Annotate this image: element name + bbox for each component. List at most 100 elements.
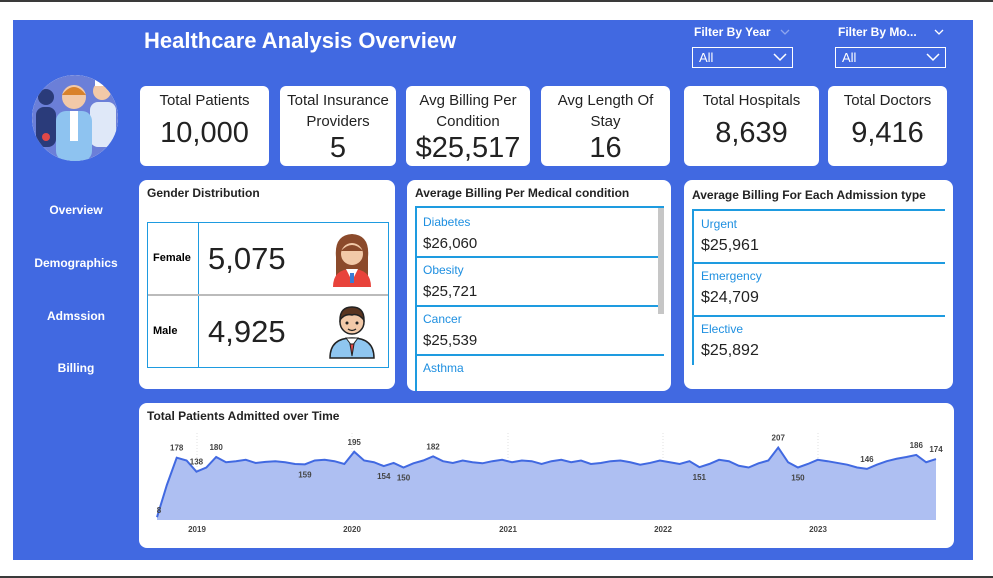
list-item-diabetes[interactable]: Diabetes $26,060 [423,215,477,252]
list-item-obesity[interactable]: Obesity $25,721 [423,263,477,300]
data-label: 207 [772,434,786,443]
divider [415,305,664,307]
item-value: $25,539 [423,332,478,349]
item-value: $24,709 [701,289,759,306]
month-filter-value: All [842,50,857,65]
item-label: Obesity [423,263,464,277]
divider [415,354,664,356]
chevron-down-icon [926,53,940,62]
list-item-emergency[interactable]: Emergency $24,709 [701,269,762,307]
kpi-label: Total Insurance Providers [287,92,389,130]
data-label: 186 [910,441,924,450]
window-frame-top [0,0,993,2]
chevron-down-icon[interactable] [934,28,944,36]
patients-over-time-panel: Total Patients Admitted over Time 2019 20… [139,403,954,548]
x-tick-label: 2023 [809,525,827,534]
scrollbar-thumb[interactable] [658,208,664,314]
gender-label: Female [148,223,199,294]
gender-row-female: Female 5,075 [148,223,388,296]
data-label: 182 [426,442,440,451]
page-title: Healthcare Analysis Overview [144,28,457,53]
data-label: 146 [860,455,874,464]
patients-area-chart: 2019 2020 2021 2022 2023 8 178 138 180 159 195 154 1… [156,433,943,534]
gender-value: 5,075 [208,241,286,276]
list-item-cancer[interactable]: Cancer $25,539 [423,312,477,349]
data-label: 159 [298,470,312,479]
divider [692,262,945,264]
kpi-value: 10,000 [160,117,249,149]
gender-distribution-panel: Gender Distribution Female 5,075 Male 4,… [139,180,395,389]
kpi-value: 5 [329,132,347,164]
kpi-card-avg-stay: Avg Length Of Stay 16 [541,86,670,166]
gender-label: Male [148,296,199,367]
data-label: 138 [190,458,204,467]
data-label: 150 [791,474,805,483]
list-item-urgent[interactable]: Urgent $25,961 [701,217,759,255]
chevron-down-icon [773,53,787,62]
panel-title: Gender Distribution [147,186,260,200]
month-filter-dropdown[interactable]: All [835,47,946,68]
kpi-card-total-hospitals: Total Hospitals 8,639 [684,86,819,166]
data-label: 151 [693,473,707,482]
medical-team-avatar [32,75,118,161]
kpi-label: Total Hospitals [702,92,801,109]
panel-title: Average Billing For Each Admission type [692,188,926,202]
area-fill [157,447,936,520]
nav-billing[interactable]: Billing [26,361,126,375]
item-label: Emergency [701,269,762,283]
item-label: Asthma [423,361,464,375]
kpi-label: Total Patients [159,92,250,109]
list-item-elective[interactable]: Elective $25,892 [701,322,759,360]
admission-billing-panel: Average Billing For Each Admission type … [684,180,953,389]
data-label: 154 [377,472,391,481]
gender-value: 4,925 [208,314,286,349]
item-value: $25,961 [701,237,759,254]
chevron-down-icon[interactable] [780,28,790,36]
item-label: Cancer [423,312,462,326]
month-filter-label: Filter By Mo... [838,25,917,39]
kpi-label: Total Doctors [843,92,932,109]
nav-overview[interactable]: Overview [26,203,126,217]
item-label: Urgent [701,217,738,231]
kpi-value: 8,639 [715,117,788,149]
kpi-card-insurance-providers: Total Insurance Providers 5 [280,86,396,166]
data-label: 195 [348,438,362,447]
list-border [692,211,694,365]
kpi-card-avg-billing: Avg Billing Per Condition $25,517 [406,86,530,166]
kpi-value: 9,416 [851,117,924,149]
nav-admission[interactable]: Admssion [26,309,126,323]
kpi-card-total-patients: Total Patients 10,000 [140,86,269,166]
divider [415,206,664,208]
x-tick-label: 2022 [654,525,672,534]
kpi-value: 16 [589,132,622,164]
kpi-value: $25,517 [415,132,521,164]
x-tick-label: 2019 [188,525,206,534]
list-item-asthma[interactable]: Asthma [423,361,464,375]
nav-demographics[interactable]: Demographics [26,256,126,270]
data-label: 150 [397,474,411,483]
item-value: $25,721 [423,283,478,300]
year-filter-value: All [699,50,714,65]
divider [692,315,945,317]
list-border [415,208,417,391]
gender-row-male: Male 4,925 [148,296,388,367]
year-filter-label: Filter By Year [694,25,771,39]
male-icon [329,306,375,359]
item-label: Diabetes [423,215,471,229]
panel-title: Average Billing Per Medical condition [415,186,630,200]
x-tick-label: 2021 [499,525,517,534]
kpi-label: Avg Billing Per Condition [419,92,517,130]
item-value: $26,060 [423,235,478,252]
x-tick-label: 2020 [343,525,361,534]
item-value: $25,892 [701,342,759,359]
year-filter-dropdown[interactable]: All [692,47,793,68]
kpi-label: Avg Length Of Stay [557,92,654,130]
data-label: 180 [209,443,223,452]
data-label: 178 [170,444,184,453]
data-label: 8 [157,506,162,515]
divider [415,256,664,258]
item-label: Elective [701,322,744,336]
female-icon [333,234,371,287]
divider [692,209,945,211]
gender-table: Female 5,075 Male 4,925 [147,222,389,368]
